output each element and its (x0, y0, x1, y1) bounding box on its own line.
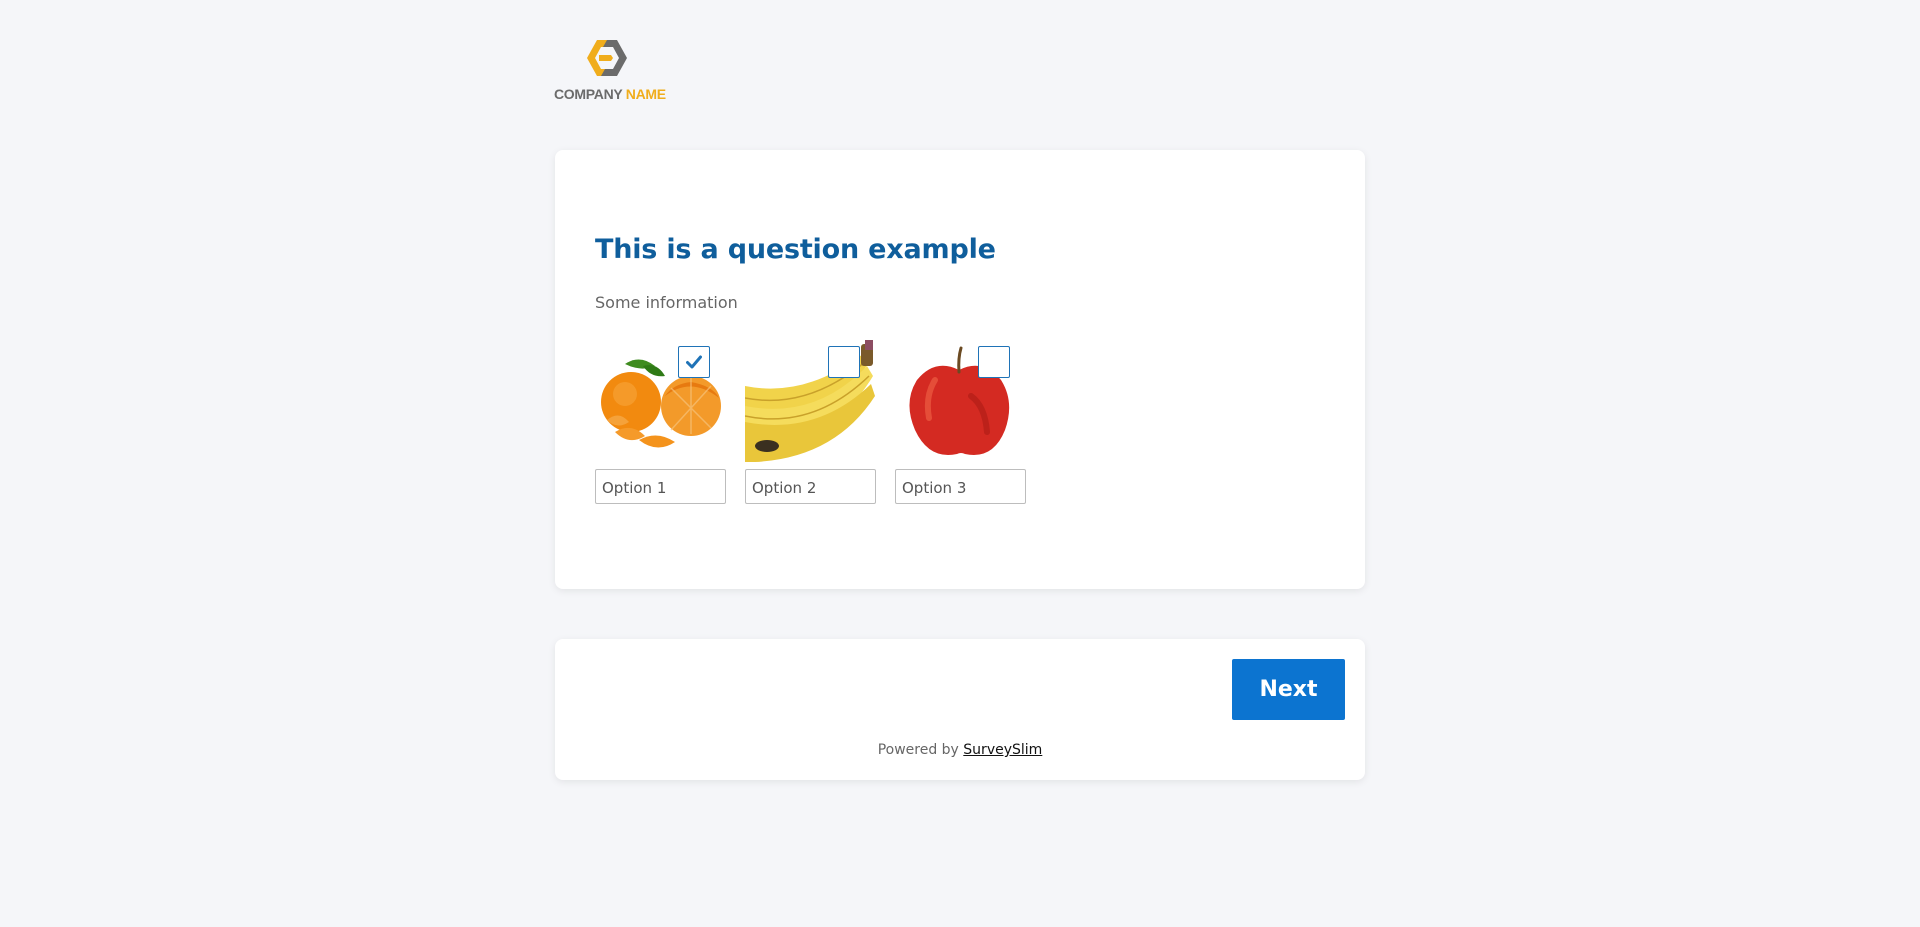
navigation-card: Next Powered by SurveySlim (555, 639, 1365, 780)
option-1-label[interactable]: Option 1 (595, 469, 726, 504)
option-3-checkbox[interactable] (978, 346, 1010, 378)
option-1-checkbox[interactable] (678, 346, 710, 378)
option-2-label[interactable]: Option 2 (745, 469, 876, 504)
option-3[interactable]: Option 3 (895, 336, 1026, 504)
option-3-label[interactable]: Option 3 (895, 469, 1026, 504)
survey-page: COMPANY NAME This is a question example … (0, 0, 1920, 927)
checkmark-icon (686, 355, 702, 369)
company-logo-icon (587, 40, 627, 76)
question-card: This is a question example Some informat… (555, 150, 1365, 589)
question-info: Some information (595, 293, 738, 312)
company-name: COMPANY NAME (554, 86, 666, 102)
powered-by-text: Powered by (877, 742, 959, 758)
company-logo: COMPANY NAME (553, 36, 666, 106)
next-button[interactable]: Next (1232, 659, 1345, 720)
surveyslim-link[interactable]: SurveySlim (963, 742, 1042, 758)
question-title: This is a question example (595, 234, 996, 265)
option-2-checkbox[interactable] (828, 346, 860, 378)
powered-by: Powered by SurveySlim (555, 742, 1365, 758)
option-2[interactable]: Option 2 (745, 336, 876, 504)
name-word: NAME (625, 86, 666, 102)
company-word: COMPANY (554, 86, 623, 102)
option-1[interactable]: Option 1 (595, 336, 726, 504)
